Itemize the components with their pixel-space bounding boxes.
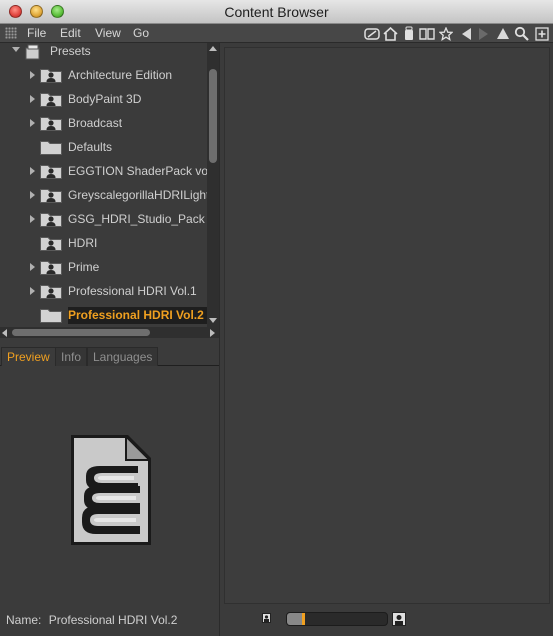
- scroll-down-arrow-icon[interactable]: [209, 318, 217, 323]
- tree-item[interactable]: GreyscalegorillaHDRILight: [0, 183, 207, 207]
- tree-item-label: EGGTION ShaderPack vol0: [68, 164, 207, 178]
- scroll-left-arrow-icon[interactable]: [2, 329, 7, 337]
- window-title: Content Browser: [224, 4, 329, 20]
- preset-library-icon: [25, 44, 40, 60]
- folder-user-icon: [40, 91, 62, 110]
- scroll-right-arrow-icon[interactable]: [210, 329, 215, 337]
- large-size-icon[interactable]: [392, 612, 406, 626]
- content-area[interactable]: [224, 47, 550, 604]
- folder-user-icon: [40, 67, 62, 86]
- chevron-right-icon[interactable]: [30, 119, 35, 127]
- tree-item[interactable]: Professional HDRI Vol.2: [0, 303, 207, 327]
- tree-item-label: Broadcast: [68, 116, 123, 130]
- menu-edit[interactable]: Edit: [60, 26, 81, 40]
- tab-preview[interactable]: Preview: [1, 347, 56, 366]
- star-icon[interactable]: [437, 25, 454, 42]
- tree-item[interactable]: Broadcast: [0, 111, 207, 135]
- menu-go[interactable]: Go: [133, 26, 149, 40]
- preview-name-row: Name: Professional HDRI Vol.2: [6, 613, 177, 627]
- bin-icon[interactable]: [400, 25, 417, 42]
- left-pane: Presets Architecture Edition BodyPaint 3D…: [0, 43, 220, 636]
- tree-item-label: Professional HDRI Vol.1: [68, 284, 197, 298]
- folder-user-icon: [40, 115, 62, 134]
- scroll-up-arrow-icon[interactable]: [209, 46, 217, 51]
- tree-item-label: Prime: [68, 260, 100, 274]
- tab-info[interactable]: Info: [55, 347, 88, 366]
- title-bar: Content Browser: [0, 0, 553, 24]
- zoom-slider-fill: [287, 613, 302, 625]
- tree-item[interactable]: HDRI: [0, 231, 207, 255]
- folder-icon: [40, 307, 62, 326]
- tree-item[interactable]: Architecture Edition: [0, 63, 207, 87]
- zoom-slider-handle[interactable]: [302, 613, 305, 625]
- link-icon[interactable]: [363, 25, 380, 42]
- chevron-down-icon[interactable]: [12, 47, 20, 52]
- folder-user-icon: [40, 211, 62, 230]
- back-icon[interactable]: [457, 25, 474, 42]
- folder-user-icon: [40, 235, 62, 254]
- tree-horizontal-scroll-thumb[interactable]: [12, 329, 150, 336]
- book-icon[interactable]: [418, 25, 435, 42]
- tree-item-label: GSG_HDRI_Studio_Pack: [68, 212, 205, 226]
- drag-grip-icon[interactable]: [5, 27, 17, 39]
- tree-item-label: Defaults: [68, 140, 113, 154]
- small-size-icon[interactable]: [262, 613, 271, 623]
- chevron-right-icon[interactable]: [30, 71, 35, 79]
- status-bar: [224, 609, 550, 631]
- tree-item-label: Architecture Edition: [68, 68, 173, 82]
- menu-file[interactable]: File: [27, 26, 46, 40]
- chevron-right-icon[interactable]: [30, 167, 35, 175]
- chevron-right-icon[interactable]: [30, 215, 35, 223]
- folder-user-icon: [40, 283, 62, 302]
- name-value: Professional HDRI Vol.2: [48, 613, 178, 627]
- chevron-right-icon[interactable]: [30, 263, 35, 271]
- tree-item-label: HDRI: [68, 236, 98, 250]
- chevron-right-icon[interactable]: [30, 191, 35, 199]
- new-icon[interactable]: [533, 25, 550, 42]
- preview-panel: [0, 366, 219, 636]
- folder-user-icon: [40, 187, 62, 206]
- tree-item[interactable]: BodyPaint 3D: [0, 87, 207, 111]
- search-icon[interactable]: [513, 25, 530, 42]
- up-icon[interactable]: [494, 25, 511, 42]
- zoom-slider[interactable]: [286, 612, 388, 626]
- forward-icon[interactable]: [475, 25, 492, 42]
- chevron-right-icon[interactable]: [30, 287, 35, 295]
- tree-item[interactable]: Professional HDRI Vol.1: [0, 279, 207, 303]
- name-label: Name:: [6, 613, 42, 627]
- home-icon[interactable]: [382, 25, 399, 42]
- tree-item[interactable]: Defaults: [0, 135, 207, 159]
- tree-item[interactable]: Prime: [0, 255, 207, 279]
- preset-tree[interactable]: Presets Architecture Edition BodyPaint 3D…: [0, 43, 207, 327]
- tree-horizontal-scrollbar[interactable]: [0, 327, 219, 338]
- chevron-right-icon[interactable]: [30, 95, 35, 103]
- menu-bar: File Edit View Go: [0, 24, 553, 43]
- tree-root-label: Presets: [50, 44, 91, 58]
- folder-icon: [40, 139, 62, 158]
- tree-item-label: Professional HDRI Vol.2: [68, 307, 207, 324]
- library-books-icon: [71, 435, 151, 545]
- tree-vertical-scroll-thumb[interactable]: [209, 69, 217, 163]
- info-tabs: Preview Info Languages: [0, 345, 219, 366]
- tab-languages[interactable]: Languages: [87, 347, 159, 366]
- right-pane: [220, 43, 553, 636]
- menu-view[interactable]: View: [95, 26, 121, 40]
- tree-item[interactable]: GSG_HDRI_Studio_Pack: [0, 207, 207, 231]
- folder-user-icon: [40, 259, 62, 278]
- tree-item-label: BodyPaint 3D: [68, 92, 142, 106]
- tree-vertical-scrollbar[interactable]: [207, 43, 219, 327]
- tree-item-label: GreyscalegorillaHDRILight: [68, 188, 207, 202]
- tree-root-presets[interactable]: Presets: [0, 43, 207, 61]
- tree-item[interactable]: EGGTION ShaderPack vol0: [0, 159, 207, 183]
- folder-user-icon: [40, 163, 62, 182]
